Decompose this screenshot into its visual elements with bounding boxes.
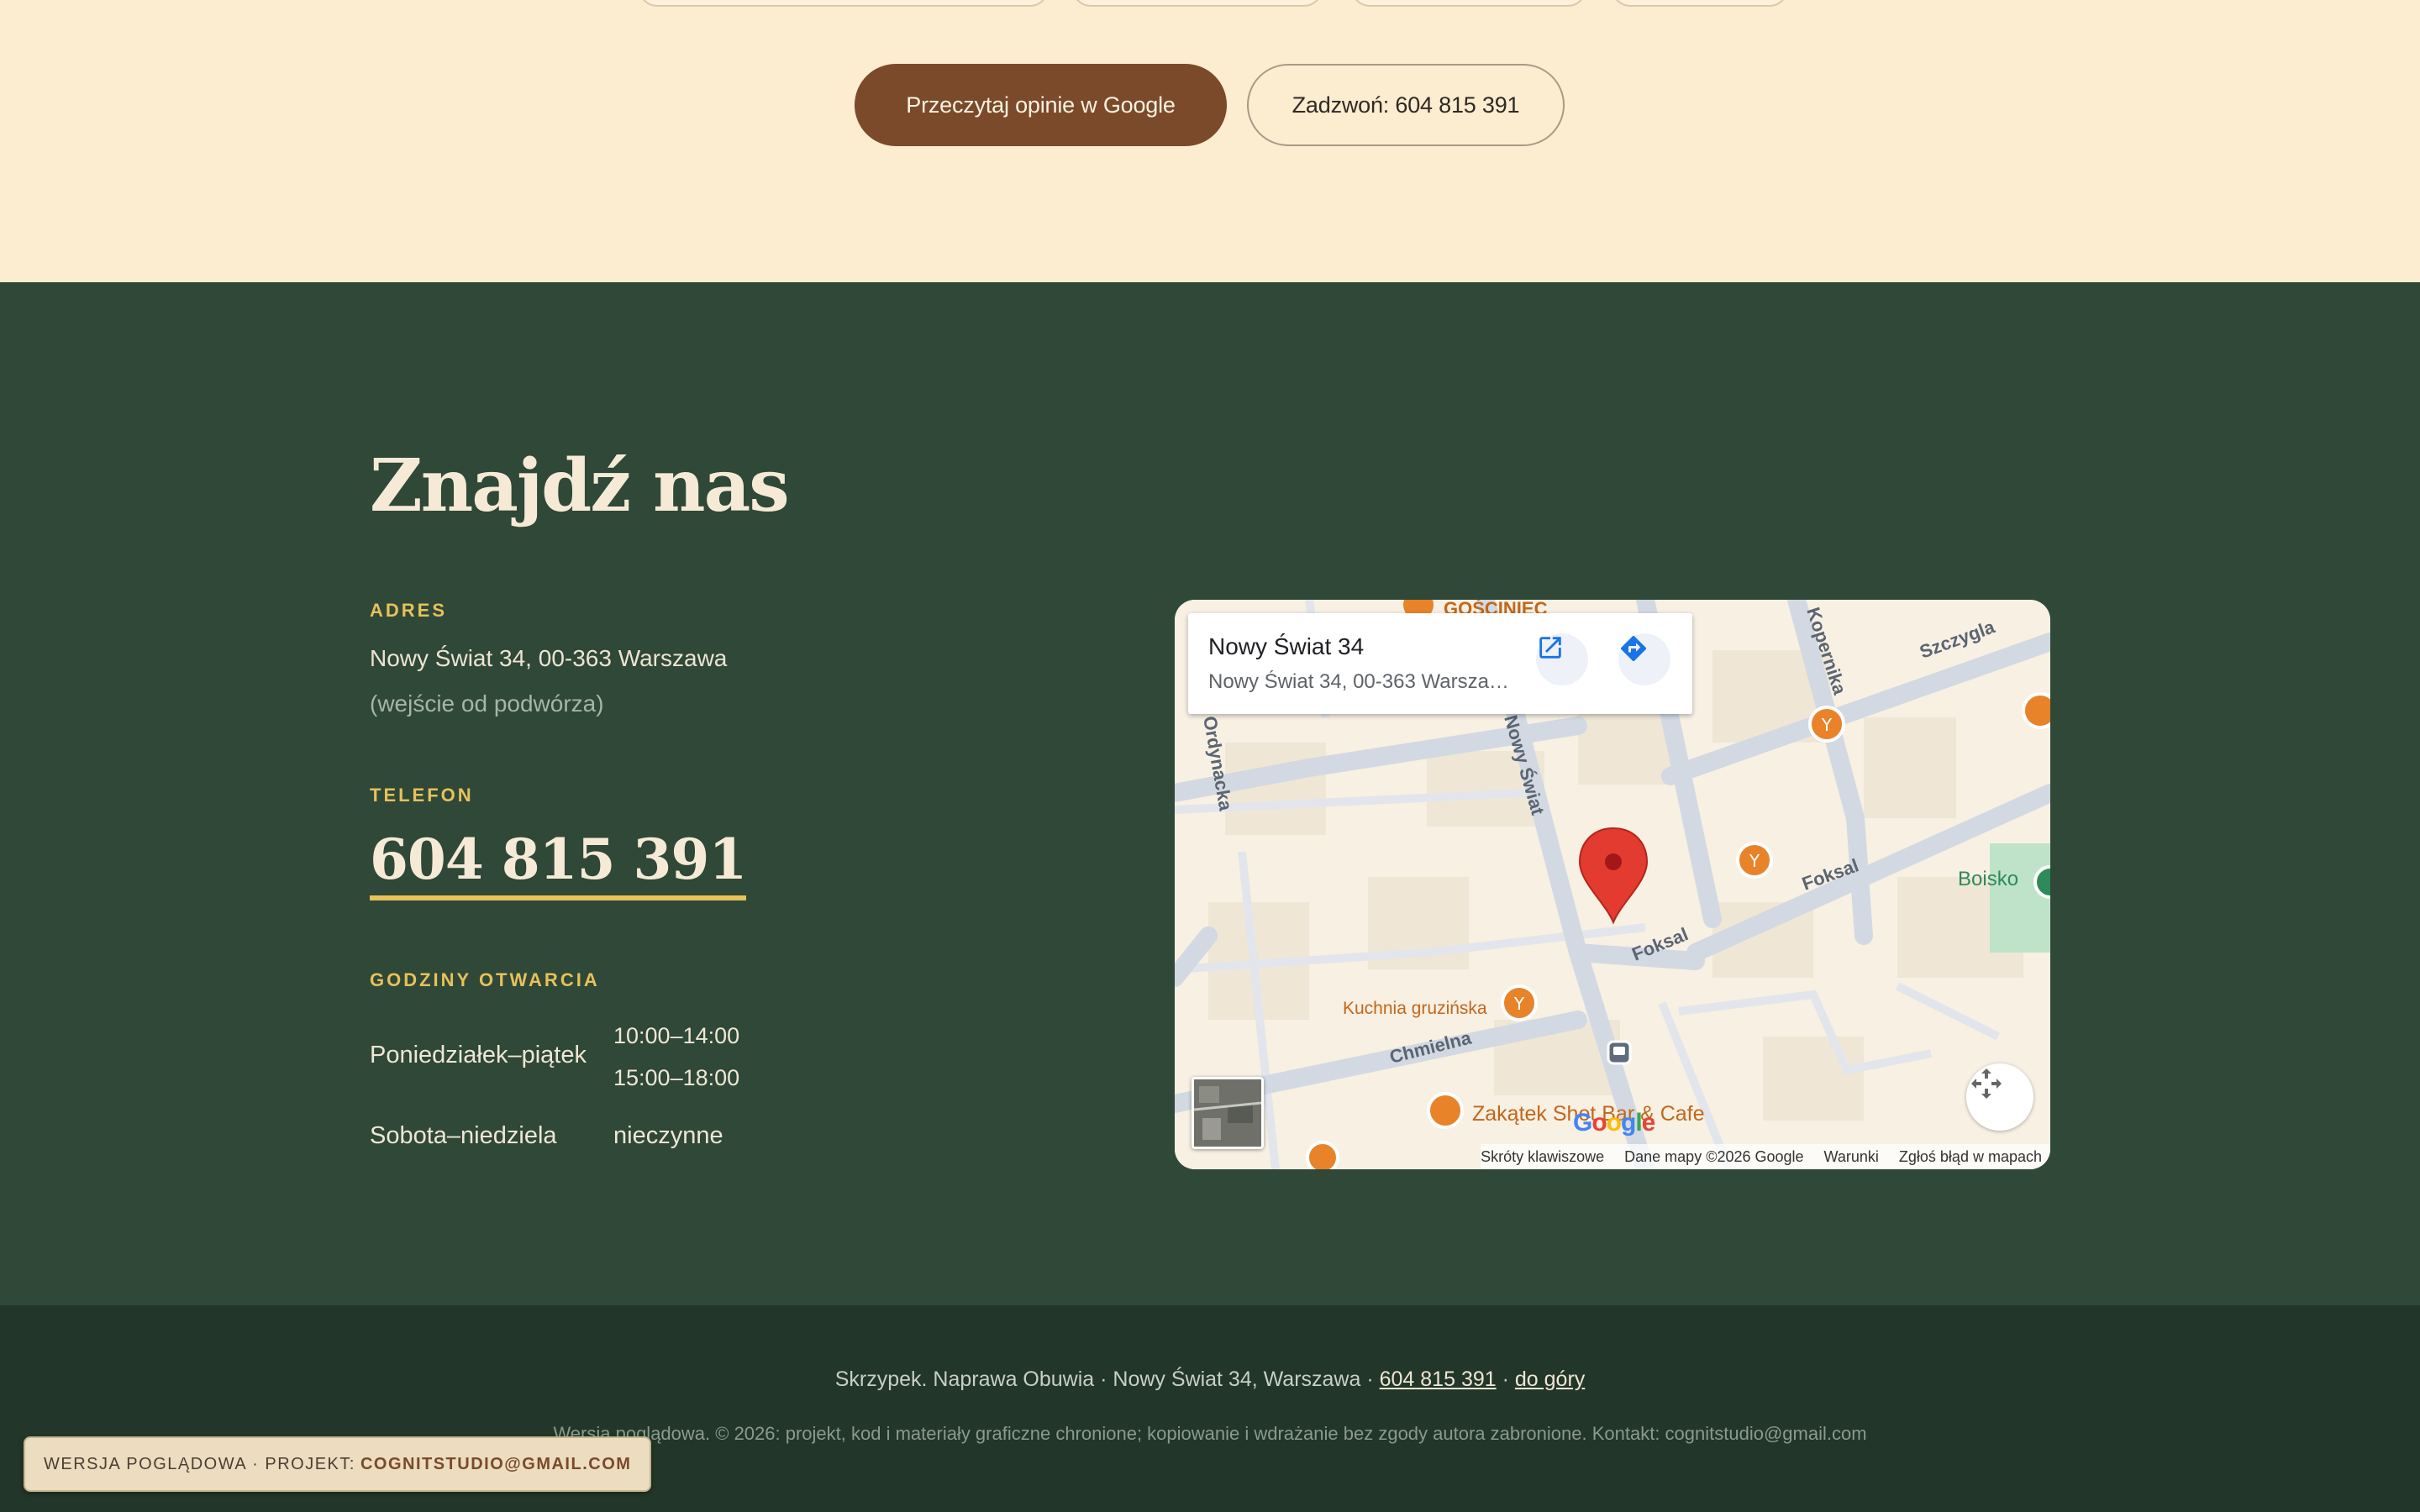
satellite-toggle-button[interactable] xyxy=(1192,1077,1264,1149)
bar-icon[interactable] xyxy=(1427,1092,1464,1129)
terms-link[interactable]: Warunki xyxy=(1824,1148,1879,1166)
report-error-link[interactable]: Zgłoś błąd w mapach xyxy=(1899,1148,2042,1166)
bus-stop-icon[interactable] xyxy=(1607,1040,1632,1065)
svg-text:Y: Y xyxy=(1821,715,1833,735)
review-chip xyxy=(1612,0,1788,7)
footer-separator: · xyxy=(1502,1368,1509,1391)
svg-text:Y: Y xyxy=(1749,851,1760,871)
restaurant-icon[interactable]: Y xyxy=(1501,984,1538,1021)
hours-label: GODZINY OTWARCIA xyxy=(370,969,600,990)
map-attribution-bar: Skróty klawiszowe Dane mapy ©2026 Google… xyxy=(1481,1144,2050,1169)
map-place-card: Nowy Świat 34 Nowy Świat 34, 00-363 Wars… xyxy=(1188,613,1692,714)
address-label: ADRES xyxy=(370,600,448,621)
embedded-map[interactable]: Szczygla Nowy Świat Ordynacka Kopernika … xyxy=(1175,600,2050,1169)
poi-label: Kuchnia gruzińska xyxy=(1343,999,1487,1018)
hours-time-afternoon: 15:00–18:00 xyxy=(613,1065,740,1090)
hours-time-closed: nieczynne xyxy=(613,1122,723,1149)
hours-days-weekend: Sobota–niedziela xyxy=(370,1122,557,1149)
google-logo: Google xyxy=(1573,1109,1655,1137)
back-to-top-link[interactable]: do góry xyxy=(1515,1368,1585,1391)
preview-badge: WERSJA POGLĄDOWA · PROJEKT: COGNITSTUDIO… xyxy=(24,1436,652,1492)
restaurant-icon[interactable]: Y xyxy=(1736,842,1773,879)
review-chip xyxy=(639,0,1049,7)
hours-time-morning: 10:00–14:00 xyxy=(613,1023,740,1048)
restaurant-icon[interactable]: Y xyxy=(1808,706,1845,743)
hours-days-weekday: Poniedziałek–piątek xyxy=(370,1042,587,1068)
poi-label: Boisko xyxy=(1958,868,2018,890)
review-chip xyxy=(1072,0,1323,7)
review-chip xyxy=(1351,0,1586,7)
section-title: Znajdź nas xyxy=(370,444,790,528)
bar-icon[interactable] xyxy=(1306,1141,1339,1169)
phone-link[interactable]: 604 815 391 xyxy=(370,827,747,900)
fullscreen-icon[interactable] xyxy=(1966,1063,2033,1131)
call-button[interactable]: Zadzwoń: 604 815 391 xyxy=(1247,64,1565,146)
footer-info: Skrzypek. Naprawa Obuwia · Nowy Świat 34… xyxy=(0,1368,2420,1392)
preview-badge-label: WERSJA POGLĄDOWA · PROJEKT: xyxy=(44,1454,355,1473)
map-place-title: Nowy Świat 34 xyxy=(1208,633,1365,659)
open-in-new-icon[interactable] xyxy=(1536,633,1588,685)
footer-business-text: Skrzypek. Naprawa Obuwia · Nowy Świat 34… xyxy=(834,1368,1374,1391)
find-us-section: Znajdź nas ADRES Nowy Świat 34, 00-363 W… xyxy=(0,282,2420,1305)
park-icon[interactable] xyxy=(2033,865,2050,899)
svg-text:Y: Y xyxy=(1513,994,1525,1014)
phone-label: TELEFON xyxy=(370,785,474,806)
address-note: (wejście od podwórza) xyxy=(370,690,604,717)
map-place-address: Nowy Świat 34, 00-363 Warszawa xyxy=(1208,670,1511,693)
footer-phone-link[interactable]: 604 815 391 xyxy=(1380,1368,1497,1391)
restaurant-icon[interactable] xyxy=(2022,692,2050,729)
address-text: Nowy Świat 34, 00-363 Warszawa xyxy=(370,645,728,671)
reviews-section: Przeczytaj opinie w Google Zadzwoń: 604 … xyxy=(0,0,2420,282)
preview-badge-email[interactable]: COGNITSTUDIO@GMAIL.COM xyxy=(360,1455,631,1474)
keyboard-shortcuts-link[interactable]: Skróty klawiszowe xyxy=(1481,1148,1604,1166)
map-data-credit: Dane mapy ©2026 Google xyxy=(1624,1147,1804,1165)
read-google-reviews-button[interactable]: Przeczytaj opinie w Google xyxy=(855,64,1227,146)
directions-icon[interactable] xyxy=(1618,633,1670,685)
